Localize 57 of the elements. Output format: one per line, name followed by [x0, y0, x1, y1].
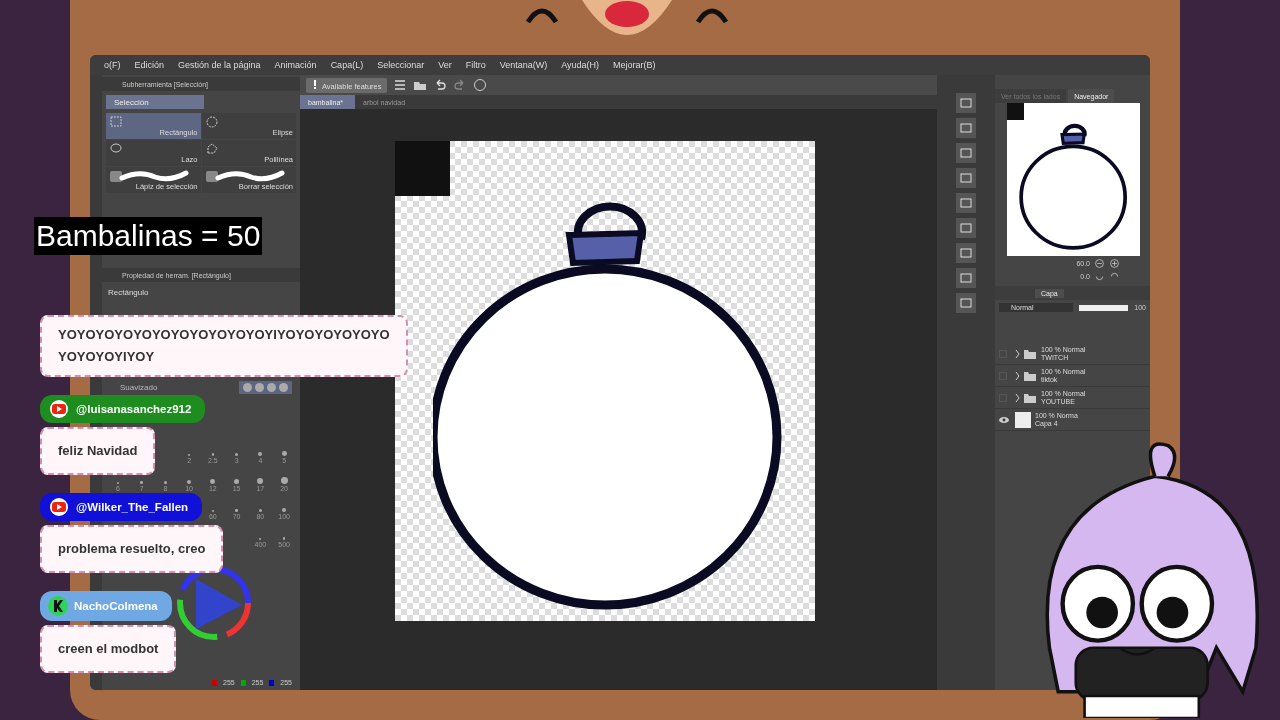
counter-label: Bambalinas = 50: [34, 217, 263, 255]
tool-group[interactable]: Selección: [106, 95, 204, 109]
menu-item[interactable]: Animación: [274, 60, 317, 70]
panel-icon[interactable]: [956, 243, 976, 263]
menu-icon[interactable]: [393, 78, 408, 92]
chat-message: creen el modbot: [40, 625, 177, 673]
menu-item[interactable]: Ver: [438, 60, 452, 70]
navigator-preview[interactable]: [1007, 103, 1140, 256]
menu-item[interactable]: o(F): [104, 60, 121, 70]
menu-item[interactable]: Filtro: [465, 60, 486, 70]
chat-message: feliz Navidad: [40, 427, 156, 475]
selection-icon: [205, 143, 220, 157]
smoothing-options[interactable]: [239, 381, 292, 394]
menu-item[interactable]: Capa(L): [330, 60, 364, 70]
chat-message: YOYOYOYOYOYOYOYOYOYOYOYIYOYOYOYOYOYOYOYOYOYIYOY: [40, 315, 408, 377]
panel-icon[interactable]: [956, 193, 976, 213]
opacity-slider[interactable]: [1078, 304, 1129, 311]
photo-placeholder: [395, 141, 450, 196]
color-swatch: [212, 679, 217, 686]
selection-icon: [110, 116, 124, 130]
menu-item[interactable]: Ayuda(H): [561, 60, 600, 70]
drawing-canvas[interactable]: [395, 141, 815, 621]
warning-icon: [312, 79, 318, 89]
panel-icon[interactable]: [956, 143, 976, 163]
zoom-out-icon[interactable]: [1094, 258, 1105, 269]
panel-icon[interactable]: [956, 168, 976, 188]
selection-icon: [205, 116, 220, 130]
color-swatch: [240, 679, 246, 686]
color-swatch: [269, 679, 275, 686]
chat-username: @Wilker_The_Fallen: [40, 493, 203, 521]
play-icon: [48, 498, 70, 516]
layer-thumbnail: [1015, 411, 1031, 428]
zoom-in-icon[interactable]: [1109, 258, 1120, 269]
panel-icon[interactable]: [956, 93, 976, 113]
platform-icon: [48, 596, 68, 616]
folder-icon: [1015, 392, 1037, 403]
panel-icon[interactable]: [956, 293, 976, 313]
menu-item[interactable]: Ventana(W): [499, 60, 548, 70]
menu-item[interactable]: Edición: [134, 60, 165, 70]
brush-stroke-icon: [205, 170, 286, 184]
brush-stroke-icon: [110, 170, 190, 184]
panel-icon[interactable]: [956, 118, 976, 138]
menu-item[interactable]: Mejorar(B): [613, 60, 656, 70]
folder-icon: [1015, 370, 1037, 381]
setting-label: Suavizado: [120, 383, 158, 392]
menu-item[interactable]: Seleccionar: [377, 60, 425, 70]
panel-icon[interactable]: [956, 268, 976, 288]
tool-name: Rectángulo: [107, 287, 150, 299]
play-icon: [48, 400, 70, 418]
photo-placeholder: [1007, 103, 1024, 120]
menu-item[interactable]: Gestión de la página: [178, 60, 261, 70]
folder-icon: [1015, 348, 1037, 359]
chat-message: problema resuelto, creo: [40, 525, 224, 573]
chat-username: @luisanasanchez912: [40, 395, 206, 423]
eye-icon[interactable]: [999, 416, 1009, 423]
panel-icon[interactable]: [956, 218, 976, 238]
chat-username: NachoColmena: [40, 591, 172, 621]
